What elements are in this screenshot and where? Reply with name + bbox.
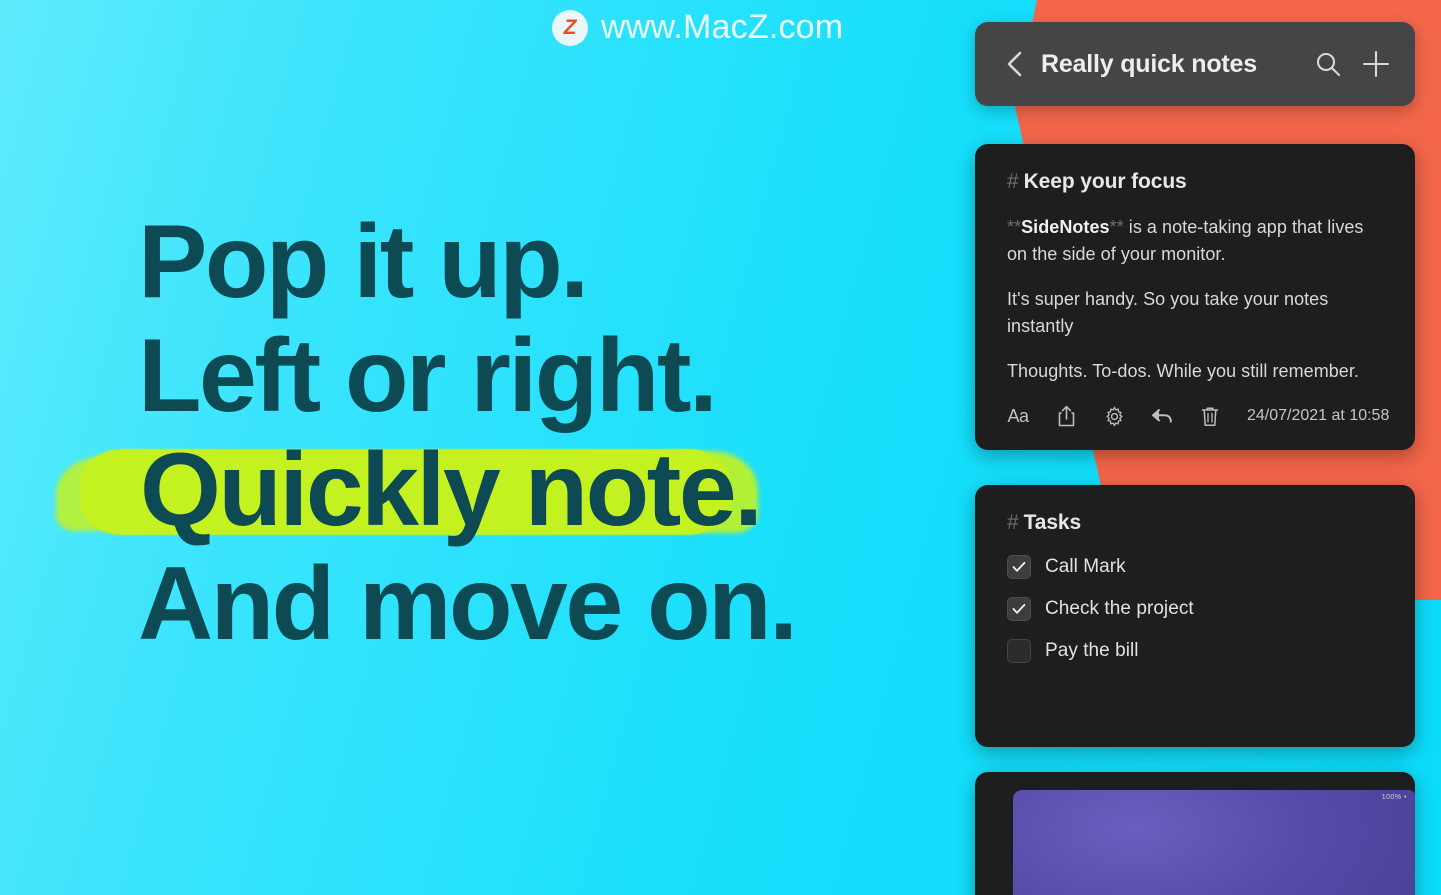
note-heading: # Keep your focus: [1007, 170, 1387, 194]
task-row[interactable]: Pay the bill: [1007, 639, 1387, 663]
hero-line-1: Pop it up.: [138, 204, 589, 320]
undo-arrow-icon[interactable]: [1151, 404, 1173, 428]
markdown-asterisks-open: **: [1007, 217, 1022, 237]
note-heading-label: Keep your focus: [1023, 170, 1187, 193]
note-bold-term: SideNotes: [1021, 217, 1110, 237]
hero-line-3-label: Quickly note.: [140, 432, 763, 548]
plus-icon[interactable]: [1359, 47, 1393, 81]
font-style-icon[interactable]: Aa: [1007, 404, 1029, 428]
note-card-image[interactable]: 100% •: [975, 772, 1415, 895]
task-label: Call Mark: [1045, 556, 1126, 577]
purple-desktop-screenshot-thumbnail: 100% •: [1013, 790, 1415, 895]
maczo-circle-logo-icon: Z: [552, 9, 588, 46]
hero-line-4: And move on.: [138, 546, 798, 662]
note-paragraph-1: **SideNotes** is a note-taking app that …: [1007, 214, 1387, 268]
markdown-asterisks-close: **: [1109, 217, 1124, 237]
watermark: Z www.MacZ.com: [552, 8, 843, 47]
share-icon[interactable]: [1055, 404, 1077, 428]
gear-icon[interactable]: [1103, 404, 1125, 428]
note-card-keep-your-focus[interactable]: # Keep your focus **SideNotes** is a note…: [975, 144, 1415, 450]
checkbox-checked-icon[interactable]: [1007, 597, 1031, 621]
task-label: Pay the bill: [1045, 640, 1139, 661]
hero-line-2: Left or right.: [138, 318, 718, 434]
thumbnail-menubar-text: 100% •: [1381, 794, 1407, 801]
note-paragraph-3: Thoughts. To-dos. While you still rememb…: [1007, 361, 1359, 381]
chevron-left-icon[interactable]: [1001, 49, 1027, 79]
checkbox-checked-icon[interactable]: [1007, 555, 1031, 579]
trash-icon[interactable]: [1199, 404, 1221, 428]
note-timestamp: 24/07/2021 at 10:58: [1247, 407, 1390, 424]
note-toolbar: Aa 24/07/2021 at 10:58: [1007, 404, 1389, 428]
note-paragraph-2: It's super handy. So you take your notes…: [1007, 289, 1329, 336]
hero-headline: Pop it up. Left or right. Quickly note. …: [80, 204, 928, 662]
sidebar-title: Really quick notes: [1041, 49, 1257, 78]
task-row[interactable]: Check the project: [1007, 597, 1387, 621]
screenshot-root: Pop it up. Left or right. Quickly note. …: [0, 0, 1441, 895]
hero-line-3: Quickly note.: [80, 432, 928, 548]
sidebar-navbar: Really quick notes: [975, 22, 1415, 106]
markdown-hash: #: [1007, 170, 1019, 193]
tasks-heading-label: Tasks: [1023, 511, 1082, 534]
checkbox-unchecked-icon[interactable]: [1007, 639, 1031, 663]
watermark-logo-letter: Z: [563, 16, 577, 39]
tasks-heading: # Tasks: [1007, 511, 1387, 535]
search-icon[interactable]: [1311, 47, 1345, 81]
markdown-hash: #: [1007, 511, 1019, 534]
note-card-tasks[interactable]: # Tasks Call Mark Check the project Pay …: [975, 485, 1415, 747]
watermark-text: www.MacZ.com: [601, 8, 844, 46]
task-label: Check the project: [1045, 598, 1194, 619]
task-row[interactable]: Call Mark: [1007, 555, 1387, 579]
sidenotes-sidebar: Really quick notes # Keep your focus **Si…: [975, 0, 1415, 895]
